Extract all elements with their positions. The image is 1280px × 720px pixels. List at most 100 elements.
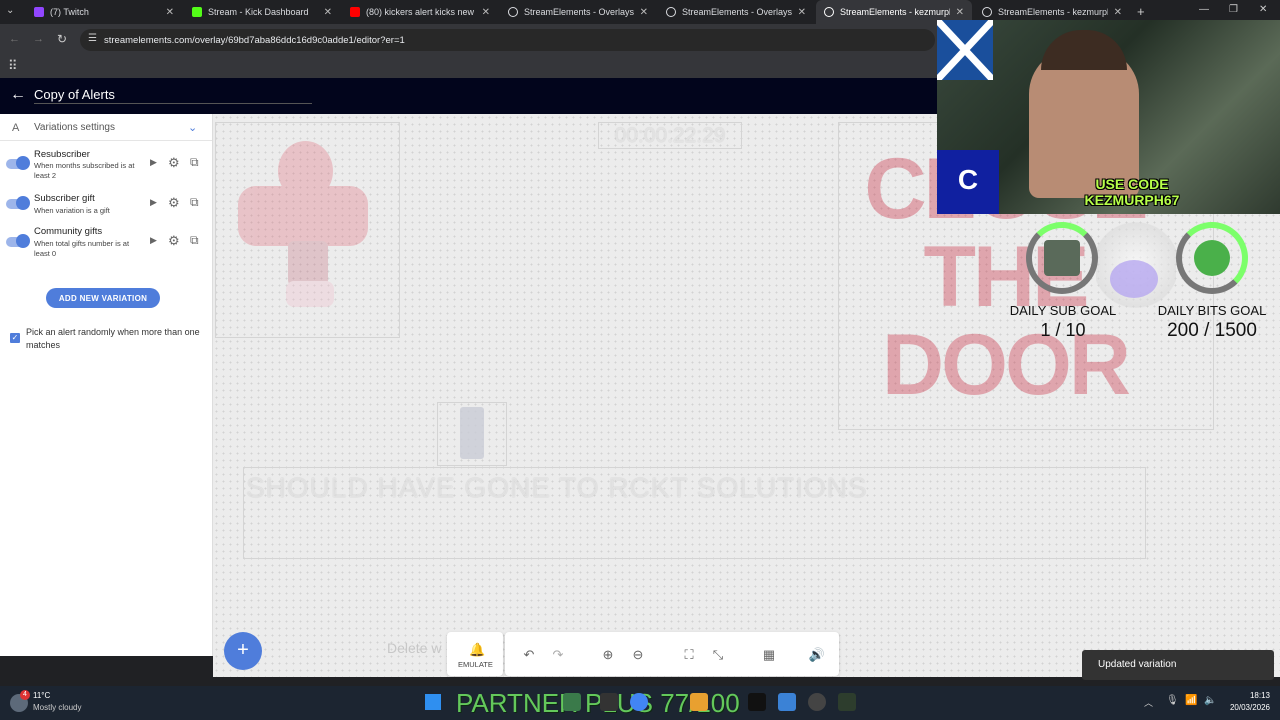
weather-temp: 11°C [33, 691, 51, 700]
ghost-mascot-icon [1110, 260, 1158, 298]
tab-streamelements-overlays[interactable]: StreamElements - Overlays ✕ [500, 0, 656, 24]
volume-icon[interactable]: 🔊 [808, 640, 826, 670]
speaker-icon[interactable]: 🔈 [1204, 695, 1216, 706]
variation-row[interactable]: Resubscriber When months subscribed is a… [0, 148, 212, 184]
close-icon[interactable]: ✕ [640, 7, 648, 18]
taskbar-app-icon[interactable] [748, 693, 766, 711]
tab-streamelements-overlays-2[interactable]: StreamElements - Overlays ✕ [658, 0, 814, 24]
webcam-overlay: C USE CODE KEZMURPH67 [934, 17, 1280, 214]
streamelements-icon [508, 7, 518, 17]
site-info-icon[interactable]: ☰ [88, 33, 97, 44]
start-icon[interactable] [425, 694, 441, 710]
close-icon[interactable]: ✕ [166, 7, 174, 18]
delete-hint: Delete w [387, 640, 442, 656]
back-icon[interactable]: ← [9, 33, 20, 45]
obs-icon[interactable] [808, 693, 826, 711]
grid-icon[interactable]: ▦ [760, 640, 778, 670]
random-checkbox-label: Pick an alert randomly when more than on… [26, 327, 200, 350]
tab-kick-dashboard[interactable]: Stream - Kick Dashboard ✕ [184, 0, 340, 24]
new-tab-icon[interactable]: + [1137, 4, 1145, 19]
taskbar-app-icon[interactable] [838, 693, 856, 711]
shrink-icon[interactable]: ⤡ [709, 640, 727, 670]
play-icon[interactable]: ▶ [150, 197, 157, 208]
play-icon[interactable]: ▶ [150, 235, 157, 246]
address-bar[interactable]: ☰ streamelements.com/overlay/69bd7aba86d… [80, 29, 935, 51]
gear-icon[interactable]: ⚙ [168, 233, 180, 249]
variations-panel: A Variations settings ⌄ Resubscriber Whe… [0, 114, 213, 656]
chevron-down-icon[interactable]: ⌄ [188, 121, 197, 134]
kick-icon [192, 7, 202, 17]
variation-name: Resubscriber [34, 149, 90, 160]
timer-text: 00:00:22:29 [614, 124, 726, 147]
tab-label: StreamElements - Overlays [524, 7, 634, 17]
add-widget-button[interactable]: + [224, 632, 262, 670]
bits-goal-label: DAILY BITS GOAL [1157, 303, 1267, 318]
copy-icon[interactable]: ⧉ [190, 155, 199, 170]
taskbar-app-icon[interactable] [690, 693, 708, 711]
zoom-out-icon[interactable]: ⊖ [629, 640, 647, 670]
wifi-icon[interactable]: 📶 [1185, 695, 1197, 706]
taskbar-app-icon[interactable] [778, 693, 796, 711]
gear-icon[interactable]: ⚙ [168, 195, 180, 211]
copy-icon[interactable]: ⧉ [190, 195, 199, 210]
copy-icon[interactable]: ⧉ [190, 233, 199, 248]
tab-twitch[interactable]: (7) Twitch ✕ [26, 0, 182, 24]
tab-label: StreamElements - kezmurph67 [998, 7, 1108, 17]
variation-row[interactable]: Subscriber gift When variation is a gift… [0, 192, 212, 220]
tab-youtube[interactable]: (80) kickers alert kicks new cur ✕ [342, 0, 498, 24]
toggle-knob [16, 234, 30, 248]
close-icon[interactable]: ✕ [1114, 7, 1122, 18]
close-icon[interactable]: ✕ [482, 7, 490, 18]
tab-label: StreamElements - kezmurph67 [840, 7, 950, 17]
bits-goal-icon [1194, 240, 1230, 276]
streamelements-icon [666, 7, 676, 17]
text-widget[interactable]: SHOULD HAVE GONE TO RCKT SOLUTIONS [243, 467, 1146, 559]
chrome-icon[interactable] [630, 693, 648, 711]
url-text: streamelements.com/overlay/69bd7aba86ddc… [104, 34, 405, 46]
code-line2: KEZMURPH67 [1084, 192, 1180, 208]
close-icon[interactable]: ✕ [324, 7, 332, 18]
page-title[interactable]: Copy of Alerts [34, 87, 115, 102]
chevron-up-icon[interactable]: ︿ [1144, 696, 1153, 709]
window-close-icon[interactable]: ✕ [1259, 4, 1267, 15]
undo-icon[interactable]: ↶ [520, 640, 538, 670]
clock-date[interactable]: 20/03/2026 [1222, 703, 1270, 712]
restore-icon[interactable]: ❐ [1229, 4, 1238, 15]
youtube-icon [350, 7, 360, 17]
toggle-knob [16, 196, 30, 210]
toggle-knob [16, 156, 30, 170]
emulate-button[interactable]: 🔔 EMULATE [447, 632, 503, 676]
reload-icon[interactable]: ↻ [57, 32, 67, 46]
tab-label: StreamElements - Overlays [682, 7, 792, 17]
forward-icon[interactable]: → [33, 33, 44, 45]
streamelements-icon [824, 7, 834, 17]
close-icon[interactable]: ✕ [798, 7, 806, 18]
apps-grid-icon[interactable]: ⠿ [8, 58, 18, 74]
redo-icon[interactable]: ↷ [549, 640, 567, 670]
widget-frame[interactable] [215, 122, 400, 338]
minimize-icon[interactable]: — [1199, 4, 1209, 15]
divider [0, 140, 212, 141]
random-checkbox[interactable]: ✓ [10, 333, 20, 343]
creator-code: USE CODE KEZMURPH67 [1057, 176, 1207, 208]
banner-text: SHOULD HAVE GONE TO RCKT SOLUTIONS [246, 472, 868, 503]
variation-name: Subscriber gift [34, 193, 95, 204]
flag-image [934, 17, 996, 83]
zoom-in-icon[interactable]: ⊕ [599, 640, 617, 670]
back-arrow-icon[interactable]: ← [10, 86, 26, 104]
sub-goal-avatar [1044, 240, 1080, 276]
play-icon[interactable]: ▶ [150, 157, 157, 168]
clock-time[interactable]: 18:13 [1226, 691, 1270, 700]
small-widget[interactable] [437, 402, 507, 466]
tab-search-icon[interactable]: ⌄ [6, 5, 14, 16]
taskbar-app-icon[interactable] [600, 693, 618, 711]
code-line1: USE CODE [1095, 176, 1169, 192]
mic-icon[interactable]: 🎙 [1166, 695, 1179, 706]
variation-row[interactable]: Community gifts When total gifts number … [0, 226, 212, 262]
taskbar-app-icon[interactable] [563, 693, 581, 711]
gear-icon[interactable]: ⚙ [168, 155, 180, 171]
close-icon[interactable]: ✕ [956, 7, 964, 18]
add-new-variation-button[interactable]: ADD NEW VARIATION [46, 288, 160, 308]
timer-widget[interactable]: 00:00:22:29 [598, 122, 742, 149]
fit-screen-icon[interactable]: ⛶ [680, 640, 698, 670]
